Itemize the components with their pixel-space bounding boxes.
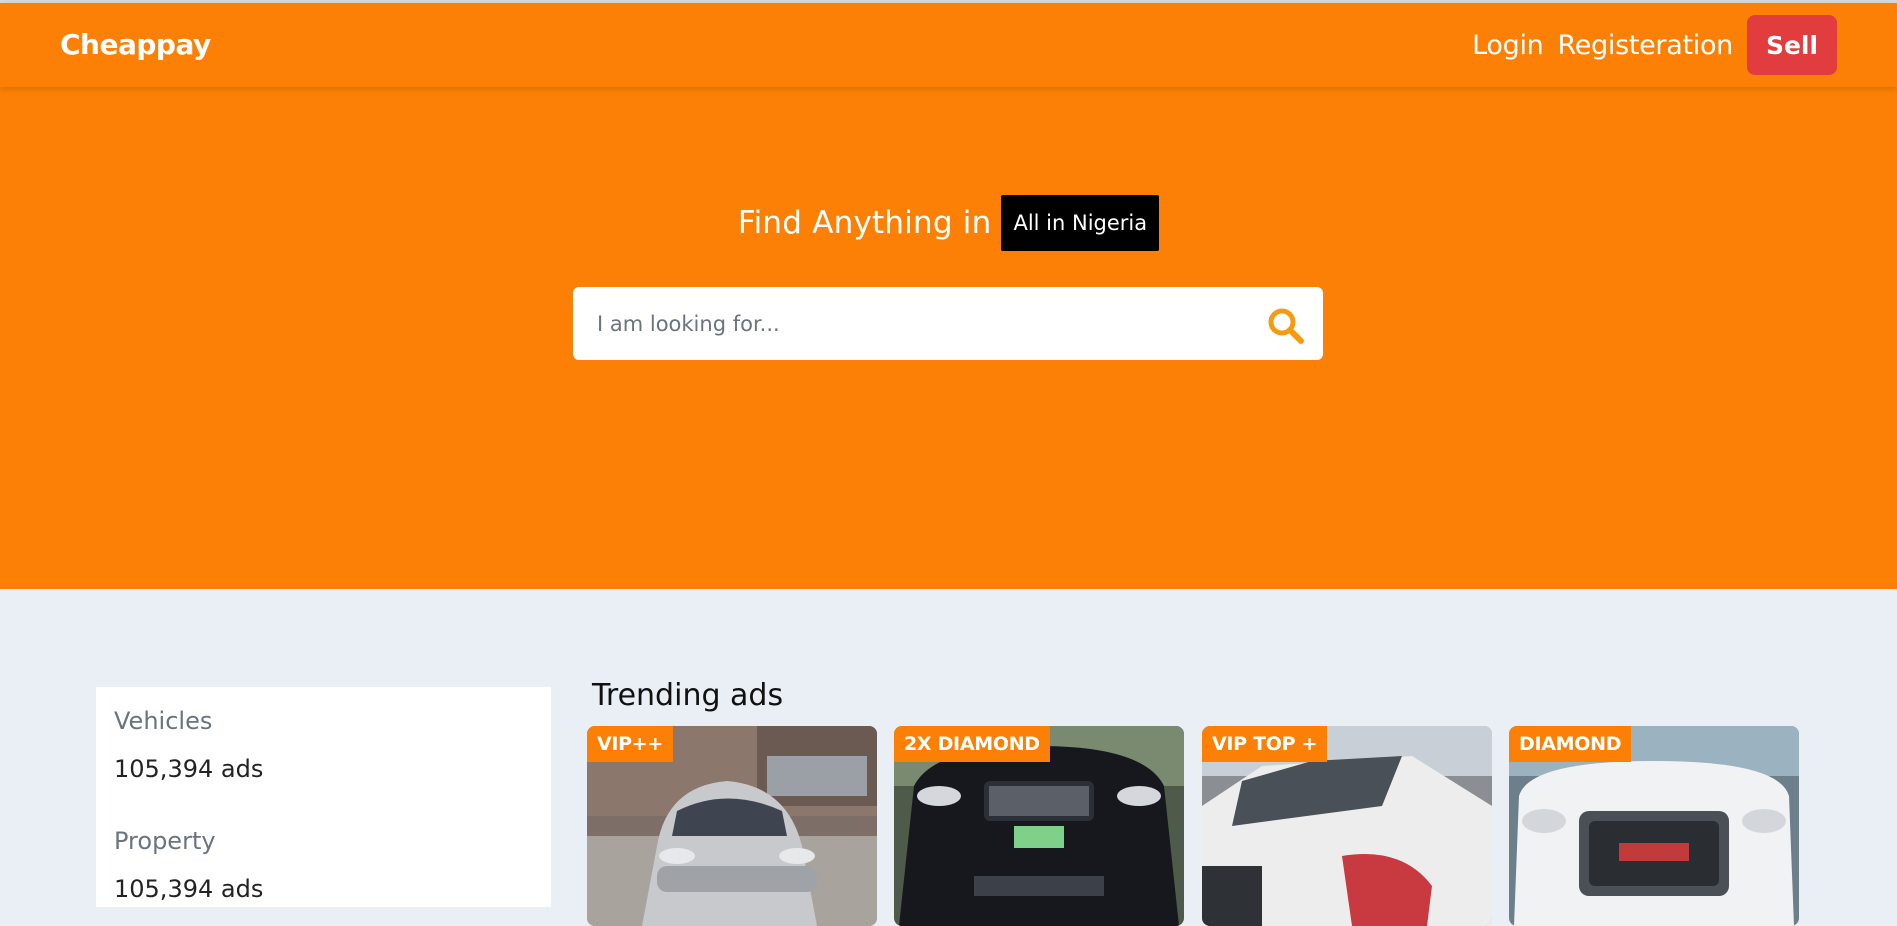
ad-tag: VIP TOP +	[1202, 726, 1328, 762]
search-input[interactable]	[573, 287, 1253, 360]
register-link[interactable]: Registeration	[1557, 30, 1733, 61]
category-name-vehicles[interactable]: Vehicles	[114, 707, 212, 735]
sell-button[interactable]: Sell	[1747, 15, 1837, 75]
search-bar	[573, 287, 1323, 360]
location-selector[interactable]: All in Nigeria	[1001, 195, 1160, 251]
nav-actions: Login Registeration Sell	[1472, 15, 1837, 75]
navbar: Cheappay Login Registeration Sell	[0, 3, 1897, 87]
hero-title: Find Anything in	[737, 205, 992, 241]
hero-heading: Find Anything in All in Nigeria	[0, 195, 1897, 251]
category-name-property[interactable]: Property	[114, 827, 216, 855]
login-link[interactable]: Login	[1472, 30, 1544, 61]
trending-ad-card[interactable]: 2X DIAMOND	[894, 726, 1184, 926]
ad-tag: DIAMOND	[1509, 726, 1632, 762]
category-count-property: 105,394 ads	[114, 875, 264, 903]
category-sidebar: Vehicles 105,394 ads Property 105,394 ad…	[96, 687, 551, 907]
trending-ad-card[interactable]: VIP++	[587, 726, 877, 926]
hero-section: Find Anything in All in Nigeria	[0, 87, 1897, 589]
brand-logo[interactable]: Cheappay	[60, 28, 211, 61]
trending-ad-card[interactable]: VIP TOP +	[1202, 726, 1492, 926]
ad-tag: VIP++	[587, 726, 674, 762]
trending-ad-card[interactable]: DIAMOND	[1509, 726, 1799, 926]
category-count-vehicles: 105,394 ads	[114, 755, 264, 783]
search-icon[interactable]	[1267, 307, 1305, 345]
ad-tag: 2X DIAMOND	[894, 726, 1050, 762]
trending-ads-title: Trending ads	[592, 678, 784, 713]
